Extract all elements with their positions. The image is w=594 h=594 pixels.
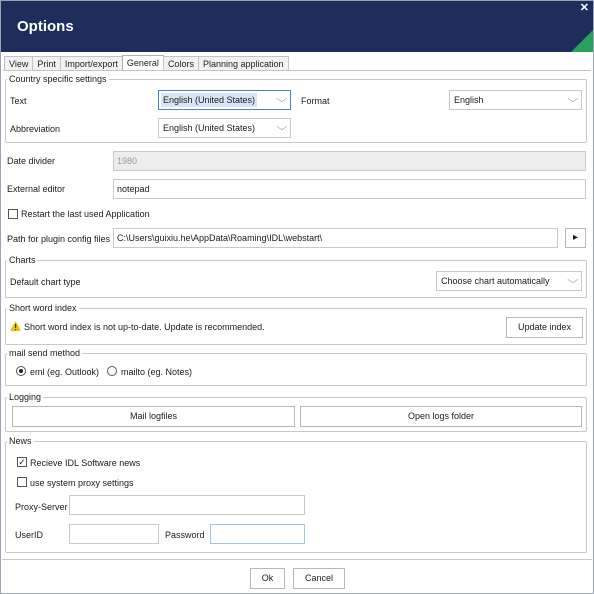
proxy-server-field[interactable] bbox=[69, 495, 305, 515]
tab-view[interactable]: View bbox=[4, 56, 34, 71]
corner-accent bbox=[571, 30, 593, 52]
mail-send-method-legend: mail send method bbox=[9, 348, 81, 358]
options-window: Options ✕ View Print Import/export Gener… bbox=[0, 0, 594, 594]
default-chart-type-label: Default chart type bbox=[10, 277, 81, 287]
tab-import-export[interactable]: Import/export bbox=[59, 56, 123, 71]
chevron-down-icon: ⌵ bbox=[276, 122, 288, 133]
receive-news-label: Recieve IDL Software news bbox=[30, 458, 141, 468]
userid-label: UserID bbox=[15, 530, 44, 540]
update-index-button[interactable]: Update index bbox=[506, 317, 583, 338]
chevron-down-icon: ⌵ bbox=[276, 94, 288, 105]
chart-type-value: Choose chart automatically bbox=[441, 276, 550, 286]
abbreviation-label: Abbreviation bbox=[10, 124, 61, 134]
external-editor-label: External editor bbox=[7, 184, 66, 194]
system-proxy-label: use system proxy settings bbox=[30, 478, 134, 488]
system-proxy-checkbox[interactable] bbox=[17, 477, 27, 487]
date-divider-label: Date divider bbox=[7, 156, 56, 166]
tab-colors[interactable]: Colors bbox=[162, 56, 199, 71]
warning-icon bbox=[10, 321, 21, 331]
title-bar: Options ✕ bbox=[1, 1, 593, 52]
arrow-right-icon: ▸ bbox=[572, 232, 579, 243]
tab-print[interactable]: Print bbox=[32, 56, 61, 71]
mail-logfiles-button[interactable]: Mail logfiles bbox=[12, 406, 295, 427]
cancel-button[interactable]: Cancel bbox=[293, 568, 345, 589]
footer-divider bbox=[2, 559, 592, 560]
plugin-path-field[interactable]: C:\Users\guixiu.he\AppData\Roaming\IDL\w… bbox=[113, 228, 558, 248]
text-label: Text bbox=[10, 96, 27, 106]
window-title: Options bbox=[17, 18, 74, 35]
tab-strip: View Print Import/export General Colors … bbox=[4, 55, 289, 71]
chevron-down-icon: ⌵ bbox=[567, 275, 579, 286]
tab-planning-application[interactable]: Planning application bbox=[197, 56, 289, 71]
plugin-path-label: Path for plugin config files bbox=[7, 234, 111, 244]
ok-button[interactable]: Ok bbox=[250, 568, 285, 589]
receive-news-checkbox[interactable]: ✓ bbox=[17, 457, 27, 467]
password-field[interactable] bbox=[210, 524, 305, 544]
restart-label: Restart the last used Application bbox=[21, 209, 150, 219]
browse-path-button[interactable]: ▸ bbox=[565, 228, 586, 248]
userid-field[interactable] bbox=[69, 524, 159, 544]
close-icon[interactable]: ✕ bbox=[580, 1, 589, 14]
abbreviation-select[interactable]: English (United States) ⌵ bbox=[158, 118, 291, 138]
text-language-value: English (United States) bbox=[161, 93, 258, 107]
chevron-down-icon: ⌵ bbox=[567, 94, 579, 105]
abbreviation-value: English (United States) bbox=[163, 123, 256, 133]
restart-checkbox[interactable] bbox=[8, 209, 18, 219]
eml-label: eml (eg. Outlook) bbox=[30, 367, 100, 377]
logging-legend: Logging bbox=[9, 392, 42, 402]
format-label: Format bbox=[301, 96, 330, 106]
chart-type-select[interactable]: Choose chart automatically ⌵ bbox=[436, 271, 582, 291]
password-label: Password bbox=[165, 530, 205, 540]
format-value: English bbox=[454, 95, 484, 105]
open-logs-folder-button[interactable]: Open logs folder bbox=[300, 406, 582, 427]
short-word-warning-text: Short word index is not up-to-date. Upda… bbox=[24, 322, 265, 332]
date-divider-field: 1980 bbox=[113, 151, 586, 171]
proxy-server-label: Proxy-Server bbox=[15, 502, 68, 512]
news-legend: News bbox=[9, 436, 32, 446]
eml-radio[interactable] bbox=[16, 366, 26, 376]
text-language-select[interactable]: English (United States) ⌵ bbox=[158, 90, 291, 110]
external-editor-field[interactable]: notepad bbox=[113, 179, 586, 199]
mailto-label: mailto (eg. Notes) bbox=[121, 367, 193, 377]
charts-legend: Charts bbox=[9, 255, 36, 265]
tab-underline bbox=[3, 70, 591, 71]
short-word-index-legend: Short word index bbox=[9, 303, 77, 313]
tab-general[interactable]: General bbox=[121, 55, 164, 71]
mailto-radio[interactable] bbox=[107, 366, 117, 376]
country-settings-legend: Country specific settings bbox=[9, 74, 107, 84]
format-select[interactable]: English ⌵ bbox=[449, 90, 582, 110]
